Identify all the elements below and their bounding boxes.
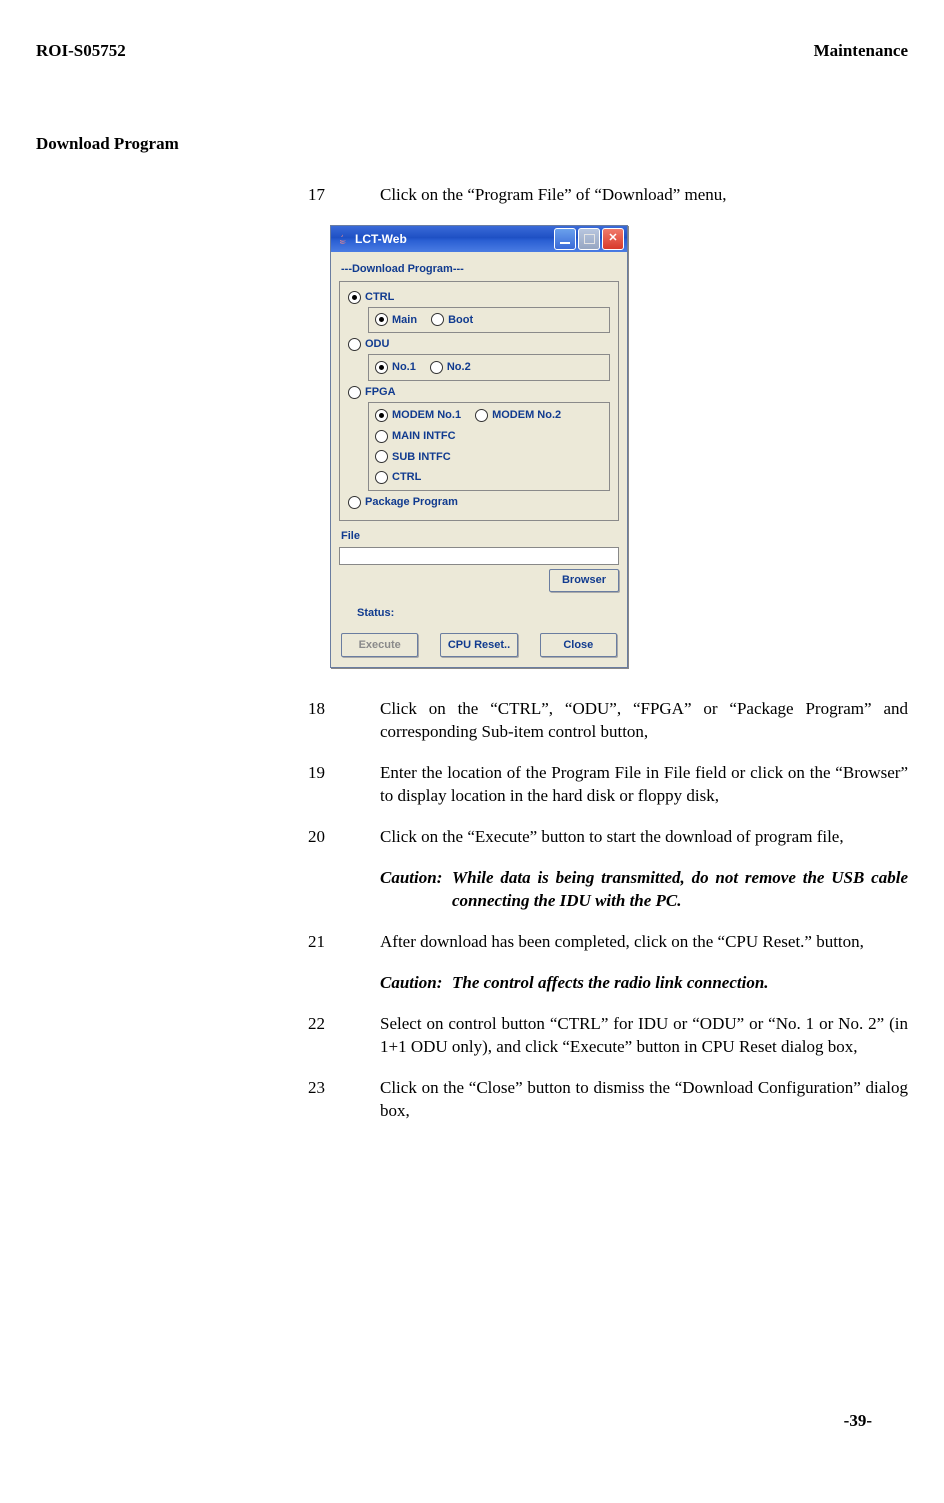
cpu-reset-button[interactable]: CPU Reset.. [440, 633, 517, 658]
label-odu: ODU [365, 337, 389, 352]
step-number: 23 [308, 1077, 380, 1123]
step-number: 20 [308, 826, 380, 849]
step-text: Click on the “Program File” of “Download… [380, 184, 908, 207]
odu-subbox: No.1 No.2 [368, 354, 610, 381]
radio-main-intfc[interactable] [375, 430, 388, 443]
step-number: 22 [308, 1013, 380, 1059]
caution-block: Caution: While data is being transmitted… [380, 867, 908, 913]
caution-body: While data is being transmitted, do not … [452, 867, 908, 913]
caution-label: Caution: [380, 972, 452, 995]
lct-web-dialog: LCT-Web ✕ ---Download Program--- CTRL M [330, 225, 908, 669]
maximize-button [578, 228, 600, 250]
label-ctrl: CTRL [365, 290, 394, 305]
label-fpga: FPGA [365, 385, 396, 400]
radio-boot[interactable] [431, 313, 444, 326]
page-number: -39- [844, 1410, 872, 1433]
step-text: After download has been completed, click… [380, 931, 908, 954]
step-number: 21 [308, 931, 380, 954]
step-text: Click on the “Close” button to dismiss t… [380, 1077, 908, 1123]
radio-sub-intfc[interactable] [375, 450, 388, 463]
group-title: ---Download Program--- [341, 262, 619, 277]
caution-body: The control affects the radio link conne… [452, 972, 908, 995]
ctrl-subbox: Main Boot [368, 307, 610, 334]
label-no1: No.1 [392, 360, 416, 375]
step-number: 17 [308, 184, 380, 207]
close-button[interactable]: ✕ [602, 228, 624, 250]
label-sub-intfc: SUB INTFC [392, 450, 451, 465]
radio-fpga-ctrl[interactable] [375, 471, 388, 484]
label-main-intfc: MAIN INTFC [392, 429, 456, 444]
label-package: Package Program [365, 495, 458, 510]
label-modem1: MODEM No.1 [392, 408, 461, 423]
step-text: Click on the “Execute” button to start t… [380, 826, 908, 849]
download-program-panel: CTRL Main Boot ODU No.1 No.2 [339, 281, 619, 521]
label-fpga-ctrl: CTRL [392, 470, 421, 485]
java-icon [336, 232, 350, 246]
caution-label: Caution: [380, 867, 452, 913]
execute-button[interactable]: Execute [341, 633, 418, 658]
doc-section: Maintenance [814, 40, 908, 63]
step-text: Enter the location of the Program File i… [380, 762, 908, 808]
dialog-close-button[interactable]: Close [540, 633, 617, 658]
step-number: 18 [308, 698, 380, 744]
label-no2: No.2 [447, 360, 471, 375]
step-text: Select on control button “CTRL” for IDU … [380, 1013, 908, 1059]
minimize-button[interactable] [554, 228, 576, 250]
doc-id: ROI-S05752 [36, 40, 126, 63]
radio-main[interactable] [375, 313, 388, 326]
section-title: Download Program [36, 133, 908, 156]
status-label: Status: [357, 606, 619, 621]
radio-fpga[interactable] [348, 386, 361, 399]
radio-modem1[interactable] [375, 409, 388, 422]
radio-odu[interactable] [348, 338, 361, 351]
radio-package[interactable] [348, 496, 361, 509]
window-title: LCT-Web [355, 231, 407, 247]
step-number: 19 [308, 762, 380, 808]
file-input[interactable] [339, 547, 619, 565]
radio-no2[interactable] [430, 361, 443, 374]
titlebar[interactable]: LCT-Web ✕ [331, 226, 627, 252]
label-boot: Boot [448, 313, 473, 328]
caution-block: Caution: The control affects the radio l… [380, 972, 908, 995]
label-modem2: MODEM No.2 [492, 408, 561, 423]
label-main: Main [392, 313, 417, 328]
radio-modem2[interactable] [475, 409, 488, 422]
radio-no1[interactable] [375, 361, 388, 374]
file-label: File [341, 529, 619, 544]
browser-button[interactable]: Browser [549, 569, 619, 592]
step-text: Click on the “CTRL”, “ODU”, “FPGA” or “P… [380, 698, 908, 744]
fpga-subbox: MODEM No.1 MODEM No.2 MAIN INTFC SUB INT… [368, 402, 610, 491]
radio-ctrl[interactable] [348, 291, 361, 304]
